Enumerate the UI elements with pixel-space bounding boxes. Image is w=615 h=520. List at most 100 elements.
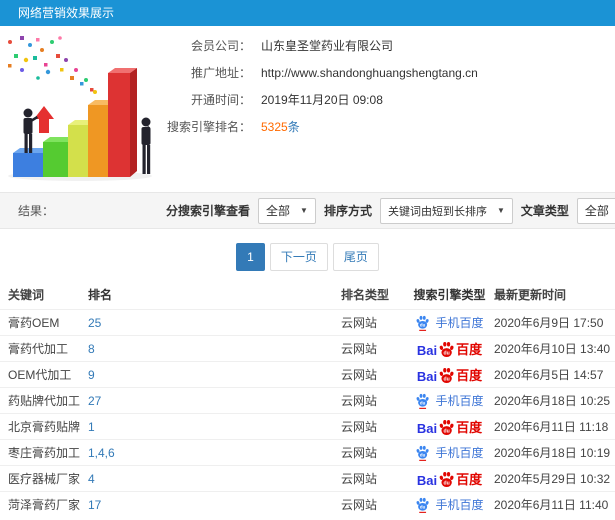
- rank-link[interactable]: 17: [88, 498, 341, 512]
- article-type-select[interactable]: 全部 ▼: [576, 197, 615, 224]
- engine-cell: du 手机百度 Bai du 百度: [405, 444, 494, 461]
- svg-text:du: du: [444, 480, 450, 486]
- rank-link[interactable]: 4: [88, 472, 341, 486]
- updated-cell: 2020年6月18日 10:25: [494, 394, 611, 408]
- table-row: 北京膏药贴牌 1 云网站 du Bai: [0, 413, 615, 439]
- rank-link[interactable]: 25: [88, 316, 341, 330]
- rank-link[interactable]: 8: [88, 342, 341, 356]
- promo-url-label: 推广地址：: [190, 66, 251, 80]
- engine-filter-label: 分搜索引擎查看: [166, 204, 251, 218]
- opened-time-value: 2019年11月20日 09:08: [261, 93, 383, 107]
- company-link[interactable]: 山东皇圣堂药业有限公司: [261, 37, 393, 54]
- rank-type-cell: 云网站: [341, 342, 378, 356]
- rank-count: 5325: [261, 120, 288, 134]
- table-row: 药贴牌代加工 27 云网站 du 手机百度 Bai: [0, 387, 615, 413]
- last-page-button[interactable]: 尾页: [332, 243, 379, 271]
- growth-arrow-icon: [34, 106, 54, 133]
- result-filter-bar: 结果： 分搜索引擎查看 全部 ▼ 排序方式 关键词由短到长排序 ▼ 文章类型 全…: [0, 192, 615, 229]
- svg-text:du: du: [420, 400, 426, 405]
- baidu-logo: Bai du 百度: [417, 469, 482, 488]
- opened-time-label: 开通时间：: [190, 93, 251, 107]
- rank-link[interactable]: 1,4,6: [88, 446, 341, 460]
- updated-cell: 2020年6月5日 14:57: [494, 368, 604, 382]
- keyword-cell: 菏泽膏药厂家: [8, 498, 81, 512]
- filter-controls: 分搜索引擎查看 全部 ▼ 排序方式 关键词由短到长排序 ▼ 文章类型 全部 ▼ …: [166, 197, 615, 225]
- article-type-label: 文章类型: [520, 204, 569, 218]
- mobile-baidu-logo: du 手机百度: [415, 496, 484, 513]
- baidu-bai-text: Bai: [416, 343, 438, 358]
- sort-filter-select[interactable]: 关键词由短到长排序 ▼: [379, 197, 513, 224]
- opened-time-row: 开通时间： 2019年11月20日 09:08: [163, 86, 478, 113]
- updated-cell: 2020年6月18日 10:19: [494, 446, 611, 460]
- baidu-bai-text: Bai: [416, 421, 438, 436]
- baidu-paw-icon-blue: du: [417, 315, 430, 331]
- engine-cell: du 手机百度 Bai du 百度: [405, 496, 494, 513]
- table-header-row: 关键词 排名 排名类型 搜索引擎类型 最新更新时间: [0, 279, 615, 309]
- updated-cell: 2020年6月11日 11:40: [494, 498, 609, 512]
- updated-cell: 2020年6月10日 13:40: [494, 342, 611, 356]
- baidu-paw-icon-red: du: [439, 472, 454, 488]
- rank-link[interactable]: 9: [88, 368, 341, 382]
- baidu-paw-icon-blue: du: [417, 445, 430, 461]
- header-keyword: 关键词: [8, 287, 45, 302]
- sort-filter-value: 关键词由短到长排序: [387, 205, 487, 218]
- promo-url-link[interactable]: http://www.shandonghuangshengtang.cn: [261, 66, 478, 80]
- confetti-dots: [8, 36, 97, 94]
- mobile-baidu-label: 手机百度: [435, 394, 484, 408]
- rank-type-cell: 云网站: [341, 368, 378, 382]
- rank-link[interactable]: 27: [88, 394, 341, 408]
- rank-type-cell: 云网站: [341, 472, 378, 486]
- rank-link[interactable]: 1: [88, 420, 341, 434]
- rank-type-cell: 云网站: [341, 498, 378, 512]
- keyword-cell: 药贴牌代加工: [8, 394, 81, 408]
- header-rank-type: 排名类型: [341, 287, 390, 302]
- keyword-cell: 膏药代加工: [8, 342, 69, 356]
- engine-cell: du Bai du 百度: [405, 339, 494, 358]
- bar-chart-illustration: [8, 36, 152, 181]
- mobile-baidu-logo: du 手机百度: [415, 444, 484, 461]
- rank-type-cell: 云网站: [341, 420, 378, 434]
- baidu-bai-text: Bai: [416, 473, 438, 488]
- table-row: 枣庄膏药加工 1,4,6 云网站 du 手机百度 Bai: [0, 439, 615, 465]
- rank-type-cell: 云网站: [341, 394, 378, 408]
- table-row: 膏药OEM 25 云网站 du 手机百度 Bai: [0, 309, 615, 335]
- keyword-cell: OEM代加工: [8, 368, 72, 382]
- keyword-cell: 北京膏药贴牌: [8, 420, 81, 434]
- company-row: 会员公司： 山东皇圣堂药业有限公司: [163, 32, 478, 59]
- keyword-rank-table: 关键词 排名 排名类型 搜索引擎类型 最新更新时间 膏药OEM 25 云网站 d…: [0, 279, 615, 517]
- engine-cell: du Bai du 百度: [405, 417, 494, 436]
- table-row: OEM代加工 9 云网站 du Bai: [0, 361, 615, 387]
- rank-type-cell: 云网站: [341, 316, 378, 330]
- header-engine-type: 搜索引擎类型: [413, 287, 486, 302]
- baidu-logo: Bai du 百度: [417, 365, 482, 384]
- account-info-section: 会员公司： 山东皇圣堂药业有限公司 推广地址： http://www.shand…: [0, 26, 615, 186]
- baidu-logo: Bai du 百度: [417, 417, 482, 436]
- keyword-cell: 医疗器械厂家: [8, 472, 81, 486]
- baidu-logo: Bai du 百度: [417, 339, 482, 358]
- sort-filter-label: 排序方式: [323, 204, 372, 218]
- mobile-baidu-label: 手机百度: [435, 316, 484, 330]
- mobile-baidu-logo: du 手机百度: [415, 314, 484, 331]
- header-rank: 排名: [88, 287, 113, 302]
- svg-text:du: du: [420, 322, 426, 327]
- table-body: 膏药OEM 25 云网站 du 手机百度 Bai: [0, 309, 615, 517]
- engine-cell: du Bai du 百度: [405, 469, 494, 488]
- page-1-button[interactable]: 1: [236, 243, 265, 271]
- chevron-down-icon: ▼: [496, 206, 505, 215]
- baidu-paw-icon-red: du: [439, 368, 454, 384]
- next-page-button[interactable]: 下一页: [269, 243, 328, 271]
- engine-rank-row: 搜索引擎排名： 5325条: [163, 113, 478, 140]
- pagination: 1 下一页 尾页: [0, 243, 615, 271]
- account-info-list: 会员公司： 山东皇圣堂药业有限公司 推广地址： http://www.shand…: [163, 32, 478, 140]
- table-row: 医疗器械厂家 4 云网站 du Bai: [0, 465, 615, 491]
- engine-cell: du 手机百度 Bai du 百度: [405, 314, 494, 331]
- table-row: 膏药代加工 8 云网站 du Bai: [0, 335, 615, 361]
- baidu-paw-icon-blue: du: [417, 393, 430, 409]
- baidu-paw-icon-red: du: [439, 420, 454, 436]
- page-title-bar: 网络营销效果展示: [0, 0, 615, 26]
- engine-filter-select[interactable]: 全部 ▼: [258, 197, 316, 224]
- engine-cell: du 手机百度 Bai du 百度: [405, 392, 494, 409]
- result-label: 结果：: [18, 204, 55, 218]
- rank-unit: 条: [287, 120, 300, 134]
- svg-text:du: du: [420, 504, 426, 509]
